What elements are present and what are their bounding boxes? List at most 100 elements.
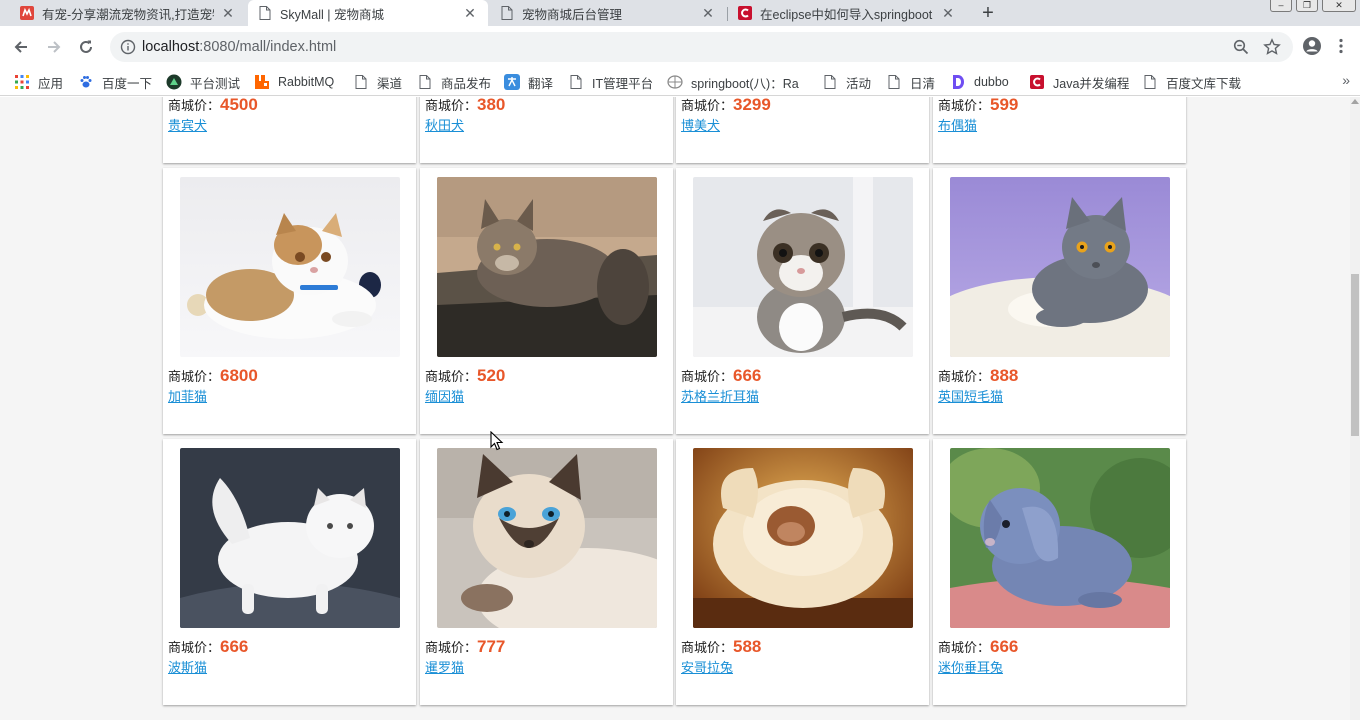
bookmark-daily[interactable]: 日清 [886,72,935,92]
zoom-icon[interactable] [1233,39,1249,58]
browser-toolbar: localhost:8080/mall/index.html [0,26,1360,68]
product-name-link[interactable]: 秋田犬 [425,115,464,134]
product-price: 商城价：4500 [168,97,258,115]
bookmark-java-concurrency[interactable]: Java并发编程 [1029,72,1129,92]
csdn-logo-icon [738,6,752,20]
product-name-link[interactable]: 布偶猫 [938,115,977,134]
forward-button[interactable] [43,36,65,58]
product-card[interactable]: 商城价：599 布偶猫 [933,97,1186,163]
bookmark-star-icon[interactable] [1263,38,1281,59]
tab-eclipse[interactable]: 在eclipse中如何导入springboot ✕ [728,0,966,26]
page-icon [353,74,369,90]
bookmark-label: springboot(八)：Ra [691,76,799,91]
price-value: 3299 [733,97,771,114]
address-bar[interactable]: localhost:8080/mall/index.html [110,32,1293,62]
page-icon [822,74,838,90]
product-image-angora-rabbit[interactable] [693,448,913,628]
bookmark-wenku[interactable]: 百度文库下载 [1142,72,1241,92]
page-viewport: 商城价：4500 贵宾犬 商城价：380 秋田犬 商城价：3299 博美犬 商城… [0,97,1350,720]
product-image-siamese-cat[interactable] [437,448,657,628]
product-price: 商城价：6800 [168,366,258,386]
product-name-link[interactable]: 贵宾犬 [168,115,207,134]
bookmark-apps[interactable]: 应用 [14,72,63,92]
product-image-scottish-fold-kitten[interactable] [693,177,913,357]
back-button[interactable] [10,36,32,58]
tab-close-button[interactable]: ✕ [220,5,236,22]
scrollbar-thumb[interactable] [1351,274,1359,436]
close-window-button[interactable]: ✕ [1322,0,1356,12]
bookmark-springboot[interactable]: springboot(八)：Ra [667,72,807,92]
tab-youchong[interactable]: 有宠-分享潮流宠物资讯,打造宠物 ✕ [10,0,246,26]
product-card[interactable]: 商城价：666 苏格兰折耳猫 [676,168,929,434]
tab-close-button[interactable]: ✕ [940,5,956,22]
account-avatar-icon[interactable] [1302,36,1322,59]
globe-icon [667,74,683,90]
bookmark-dubbo[interactable]: dubbo [950,72,1009,92]
reload-button[interactable] [75,36,97,58]
tab-close-button[interactable]: ✕ [700,5,716,22]
bookmark-label: Java并发编程 [1053,76,1130,91]
browser-menu-icon[interactable] [1338,38,1344,57]
product-name-link[interactable]: 迷你垂耳兔 [938,657,1003,676]
price-value: 666 [733,366,762,385]
product-name-link[interactable]: 波斯猫 [168,657,207,676]
product-price: 商城价：3299 [681,97,771,115]
price-label: 商城价： [681,98,734,113]
product-name-link[interactable]: 苏格兰折耳猫 [681,386,759,405]
product-image-british-shorthair-cat[interactable] [950,177,1170,357]
forward-arrow-icon [48,41,61,53]
tab-skymall[interactable]: SkyMall | 宠物商城 ✕ [248,0,488,26]
page-scrollbar[interactable] [1350,97,1360,720]
bookmark-translate[interactable]: 翻译 [504,72,553,92]
bookmark-label: 日清 [910,76,936,91]
price-label: 商城价： [681,369,734,384]
price-value: 888 [990,366,1019,385]
product-card[interactable]: 商城价：666 迷你垂耳兔 [933,439,1186,705]
bookmark-rabbitmq[interactable]: RabbitMQ [254,72,334,92]
product-card[interactable]: 商城价：380 秋田犬 [420,97,673,163]
product-name-link[interactable]: 博美犬 [681,115,720,134]
bookmarks-bar: 应用 百度一下 平台测试 RabbitMQ 渠道 商品发布 翻译 IT管理平台 … [0,68,1360,96]
bookmark-label: 百度文库下载 [1166,76,1242,91]
bookmark-product-publish[interactable]: 商品发布 [417,72,491,92]
product-name-link[interactable]: 加菲猫 [168,386,207,405]
product-price: 商城价：777 [425,637,505,657]
product-name-link[interactable]: 缅因猫 [425,386,464,405]
product-card[interactable]: 商城价：520 缅因猫 [420,168,673,434]
product-card[interactable]: 商城价：777 暹罗猫 [420,439,673,705]
bookmark-channel[interactable]: 渠道 [353,72,402,92]
bookmarks-overflow-button[interactable]: » [1342,72,1350,88]
tab-admin[interactable]: 宠物商城后台管理 ✕ [490,0,726,26]
product-image-persian-cat[interactable] [180,448,400,628]
new-tab-button[interactable]: + [977,2,999,24]
price-value: 588 [733,637,762,656]
bookmark-it-platform[interactable]: IT管理平台 [568,72,653,92]
bookmark-platform-test[interactable]: 平台测试 [166,72,240,92]
restore-window-button[interactable]: ❐ [1296,0,1318,12]
price-value: 4500 [220,97,258,114]
product-card[interactable]: 商城价：6800 加菲猫 [163,168,416,434]
product-image-maine-coon-cat[interactable] [437,177,657,357]
product-name-link[interactable]: 暹罗猫 [425,657,464,676]
bookmark-baidu[interactable]: 百度一下 [78,72,152,92]
tab-close-button[interactable]: ✕ [462,5,478,22]
product-card[interactable]: 商城价：666 波斯猫 [163,439,416,705]
product-name-link[interactable]: 英国短毛猫 [938,386,1003,405]
tab-title: SkyMall | 宠物商城 [280,7,384,22]
product-card[interactable]: 商城价：888 英国短毛猫 [933,168,1186,434]
product-card[interactable]: 商城价：588 安哥拉兔 [676,439,929,705]
url-text[interactable]: localhost:8080/mall/index.html [142,39,336,55]
product-name-link[interactable]: 安哥拉兔 [681,657,733,676]
bookmark-activity[interactable]: 活动 [822,72,871,92]
product-image-mini-lop-rabbit[interactable] [950,448,1170,628]
site-info-icon[interactable] [120,39,136,58]
product-card[interactable]: 商城价：3299 博美犬 [676,97,929,163]
product-card[interactable]: 商城价：4500 贵宾犬 [163,97,416,163]
product-price: 商城价：380 [425,97,505,115]
scroll-up-arrow-icon[interactable] [1351,99,1359,104]
page-icon [417,74,433,90]
product-image-exotic-shorthair-cat[interactable] [180,177,400,357]
minimize-window-button[interactable]: – [1270,0,1292,12]
product-price: 商城价：888 [938,366,1018,386]
reload-icon [80,40,92,53]
